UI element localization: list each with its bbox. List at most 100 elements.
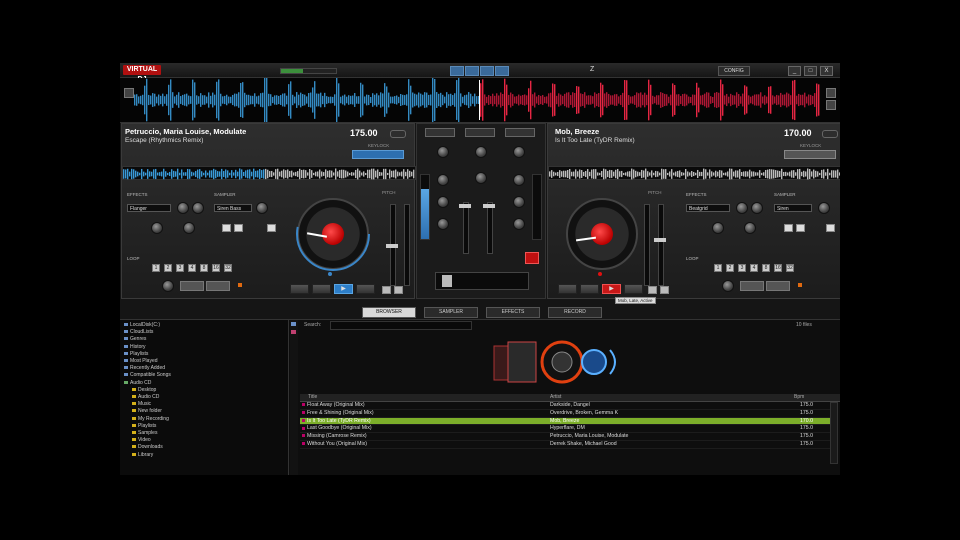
- deck-right-stop-button[interactable]: [624, 284, 643, 294]
- tree-item[interactable]: Downloads: [132, 444, 163, 450]
- tab-record[interactable]: RECORD: [548, 307, 602, 318]
- table-row[interactable]: Without You (Original Mix) Derrek Shake, …: [300, 441, 830, 449]
- waveform-side-icon-1[interactable]: [826, 88, 836, 98]
- mixer-high-right[interactable]: [513, 174, 525, 186]
- deck-right-loop-out[interactable]: [766, 281, 790, 291]
- deck-right-pitch-handle[interactable]: [654, 238, 666, 242]
- loop-button[interactable]: 2: [726, 264, 734, 272]
- mixer-record-button[interactable]: [525, 252, 539, 264]
- deck-right-knob-a[interactable]: [712, 222, 724, 234]
- loop-button[interactable]: 32: [786, 264, 794, 272]
- mixer-mid-right[interactable]: [513, 196, 525, 208]
- table-row[interactable]: Is It Too Late (TyDR Remix) Mob, Breeze 17…: [300, 417, 830, 426]
- playlist-icon[interactable]: [291, 330, 296, 334]
- col-bpm[interactable]: Bpm: [794, 394, 804, 401]
- loop-button[interactable]: 1: [152, 264, 160, 272]
- deck-right-play-button[interactable]: ▶: [602, 284, 621, 294]
- deck-left-overview-wave[interactable]: [122, 166, 416, 180]
- mixer-low-left[interactable]: [437, 218, 449, 230]
- deck-right-jogwheel[interactable]: [566, 198, 638, 270]
- deck-left-sync-button[interactable]: [390, 130, 406, 138]
- mixer-low-right[interactable]: [513, 218, 525, 230]
- deck-right-effect-select[interactable]: Beatgrid: [686, 204, 730, 212]
- col-title[interactable]: Title: [308, 394, 317, 401]
- deck-right-key-button[interactable]: [784, 150, 836, 159]
- loop-button[interactable]: 16: [212, 264, 220, 272]
- mixer-volume-right-track[interactable]: [487, 202, 493, 254]
- col-artist[interactable]: Artist: [550, 394, 561, 401]
- deck-left-sampler-next[interactable]: [234, 224, 243, 232]
- tree-item[interactable]: Desktop: [132, 387, 156, 393]
- tree-item[interactable]: LocalDisk(C:): [124, 322, 160, 328]
- tree-item[interactable]: New folder: [132, 408, 162, 414]
- deck-left-pitch-handle[interactable]: [386, 244, 398, 248]
- mixer-volume-left-track[interactable]: [463, 202, 469, 254]
- deck-left-key-button[interactable]: [352, 150, 404, 159]
- loop-button[interactable]: 8: [762, 264, 770, 272]
- mixer-volume-left-handle[interactable]: [459, 204, 471, 208]
- deck-left-sampler-prev[interactable]: [222, 224, 231, 232]
- deck-right-knob-b[interactable]: [744, 222, 756, 234]
- deck-left-effect-select[interactable]: Flanger: [127, 204, 171, 212]
- mixer-high-left[interactable]: [437, 174, 449, 186]
- crossfader-track[interactable]: [435, 272, 529, 290]
- waveform-zoom-icon[interactable]: [124, 88, 134, 98]
- tree-item[interactable]: Playlists: [132, 423, 156, 429]
- deck-left-pitch-plus[interactable]: [394, 286, 403, 294]
- tree-item[interactable]: Compatible Songs: [124, 372, 171, 378]
- list-scrollbar[interactable]: [830, 402, 838, 464]
- tree-item[interactable]: Audio CD: [124, 380, 151, 386]
- tab-sampler[interactable]: SAMPLER: [424, 307, 478, 318]
- loop-button[interactable]: 4: [750, 264, 758, 272]
- config-button[interactable]: CONFIG: [718, 66, 750, 76]
- mixer-headphone-knob[interactable]: [475, 172, 487, 184]
- deck-left-loop-in[interactable]: [180, 281, 204, 291]
- loop-button[interactable]: 4: [188, 264, 196, 272]
- deck-right-overview-wave[interactable]: [548, 166, 840, 180]
- close-button[interactable]: X: [820, 66, 833, 76]
- deck-right-pause-button[interactable]: [580, 284, 599, 294]
- deck-left-knob-b[interactable]: [183, 222, 195, 234]
- deck-right-sync-button[interactable]: [822, 130, 838, 138]
- layout-button-4[interactable]: [495, 66, 509, 76]
- deck-left-sampler-knob[interactable]: [256, 202, 268, 214]
- search-input[interactable]: [330, 321, 472, 330]
- tree-item[interactable]: Library: [132, 452, 153, 458]
- deck-right-sampler-next[interactable]: [796, 224, 805, 232]
- tree-item[interactable]: Most Played: [124, 358, 158, 364]
- loop-button[interactable]: 3: [176, 264, 184, 272]
- deck-right-pitch-plus[interactable]: [660, 286, 669, 294]
- tree-item[interactable]: Recently Added: [124, 365, 165, 371]
- table-row[interactable]: Float Away (Original Mix) Darkside, Dange…: [300, 402, 830, 410]
- deck-left-stop-button[interactable]: [356, 284, 375, 294]
- tab-effects[interactable]: EFFECTS: [486, 307, 540, 318]
- deck-right-loop-in[interactable]: [740, 281, 764, 291]
- layout-button-2[interactable]: [465, 66, 479, 76]
- mixer-mid-left[interactable]: [437, 196, 449, 208]
- minimize-button[interactable]: _: [788, 66, 801, 76]
- deck-left-loop-knob[interactable]: [162, 280, 174, 292]
- deck-left-pause-button[interactable]: [312, 284, 331, 294]
- tree-item[interactable]: Playlists: [124, 351, 148, 357]
- deck-right-pitch-minus[interactable]: [648, 286, 657, 294]
- deck-right-sampler-select[interactable]: Siren: [774, 204, 812, 212]
- mixer-volume-right-handle[interactable]: [483, 204, 495, 208]
- tree-item[interactable]: Audio CD: [132, 394, 159, 400]
- mixer-gain-right[interactable]: [513, 146, 525, 158]
- tab-browser[interactable]: BROWSER: [362, 307, 416, 318]
- table-row[interactable]: Last Goodbye (Original Mix) Hyperflare, D…: [300, 425, 830, 434]
- deck-right-sampler-rec[interactable]: [826, 224, 835, 232]
- tree-item[interactable]: Samples: [132, 430, 157, 436]
- folder-icon[interactable]: [291, 322, 296, 326]
- crossfader-handle[interactable]: [442, 275, 452, 287]
- loop-button[interactable]: 1: [714, 264, 722, 272]
- deck-right-fx-knob-2[interactable]: [751, 202, 763, 214]
- tree-item[interactable]: My Recording: [132, 416, 169, 422]
- layout-button-3[interactable]: [480, 66, 494, 76]
- table-row[interactable]: Missing (Camrose Remix) Petruccio, Maria …: [300, 433, 830, 441]
- mixer-button-1[interactable]: [425, 128, 455, 137]
- deck-left-sampler-select[interactable]: Siren Bass: [214, 204, 252, 212]
- mixer-master-knob[interactable]: [475, 146, 487, 158]
- tree-item[interactable]: Video: [132, 437, 151, 443]
- deck-left-fx-knob-2[interactable]: [192, 202, 204, 214]
